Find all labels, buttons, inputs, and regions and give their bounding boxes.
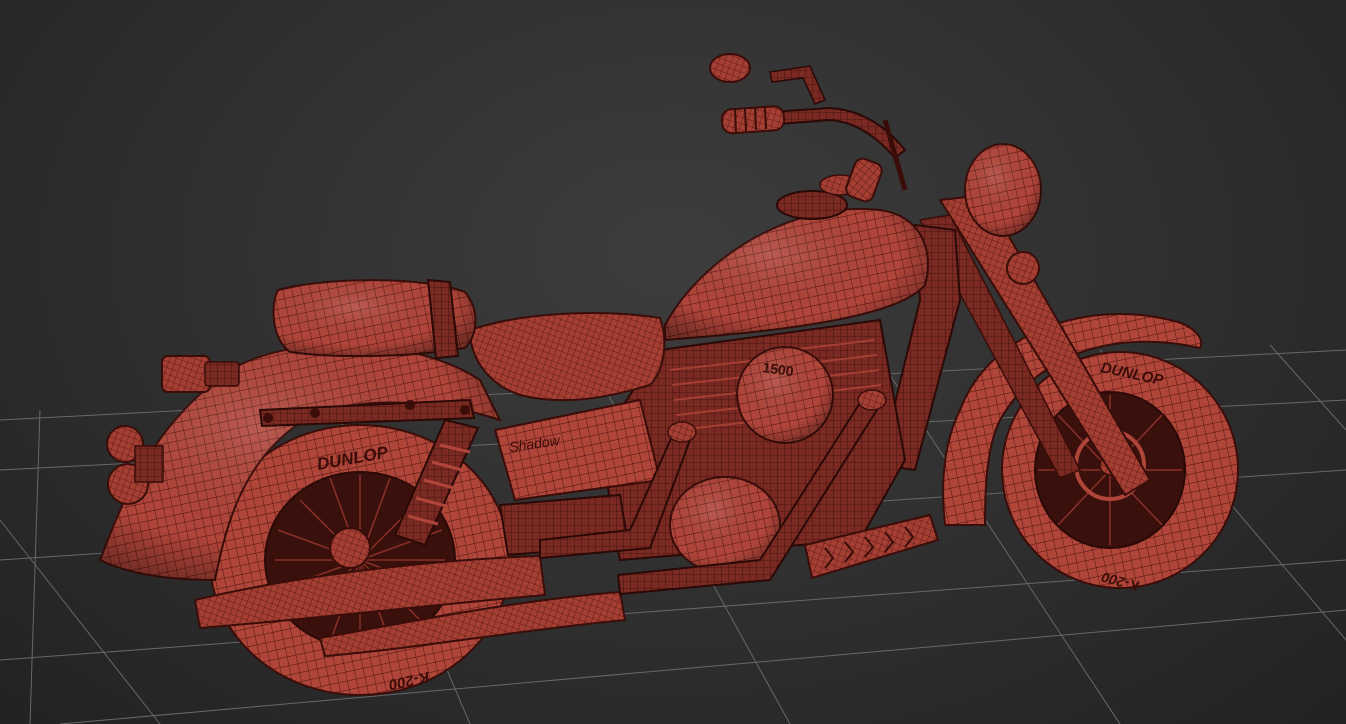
passenger-seat	[272, 278, 477, 360]
rider-seat	[468, 312, 666, 402]
fuel-tank	[664, 174, 929, 342]
viewport-canvas[interactable]: DUNLOP K-200 DUNLOP K-200 1500 Shadow	[0, 0, 1346, 724]
handlebars	[709, 53, 908, 203]
3d-viewport[interactable]: DUNLOP K-200 DUNLOP K-200 1500 Shadow	[0, 0, 1346, 724]
